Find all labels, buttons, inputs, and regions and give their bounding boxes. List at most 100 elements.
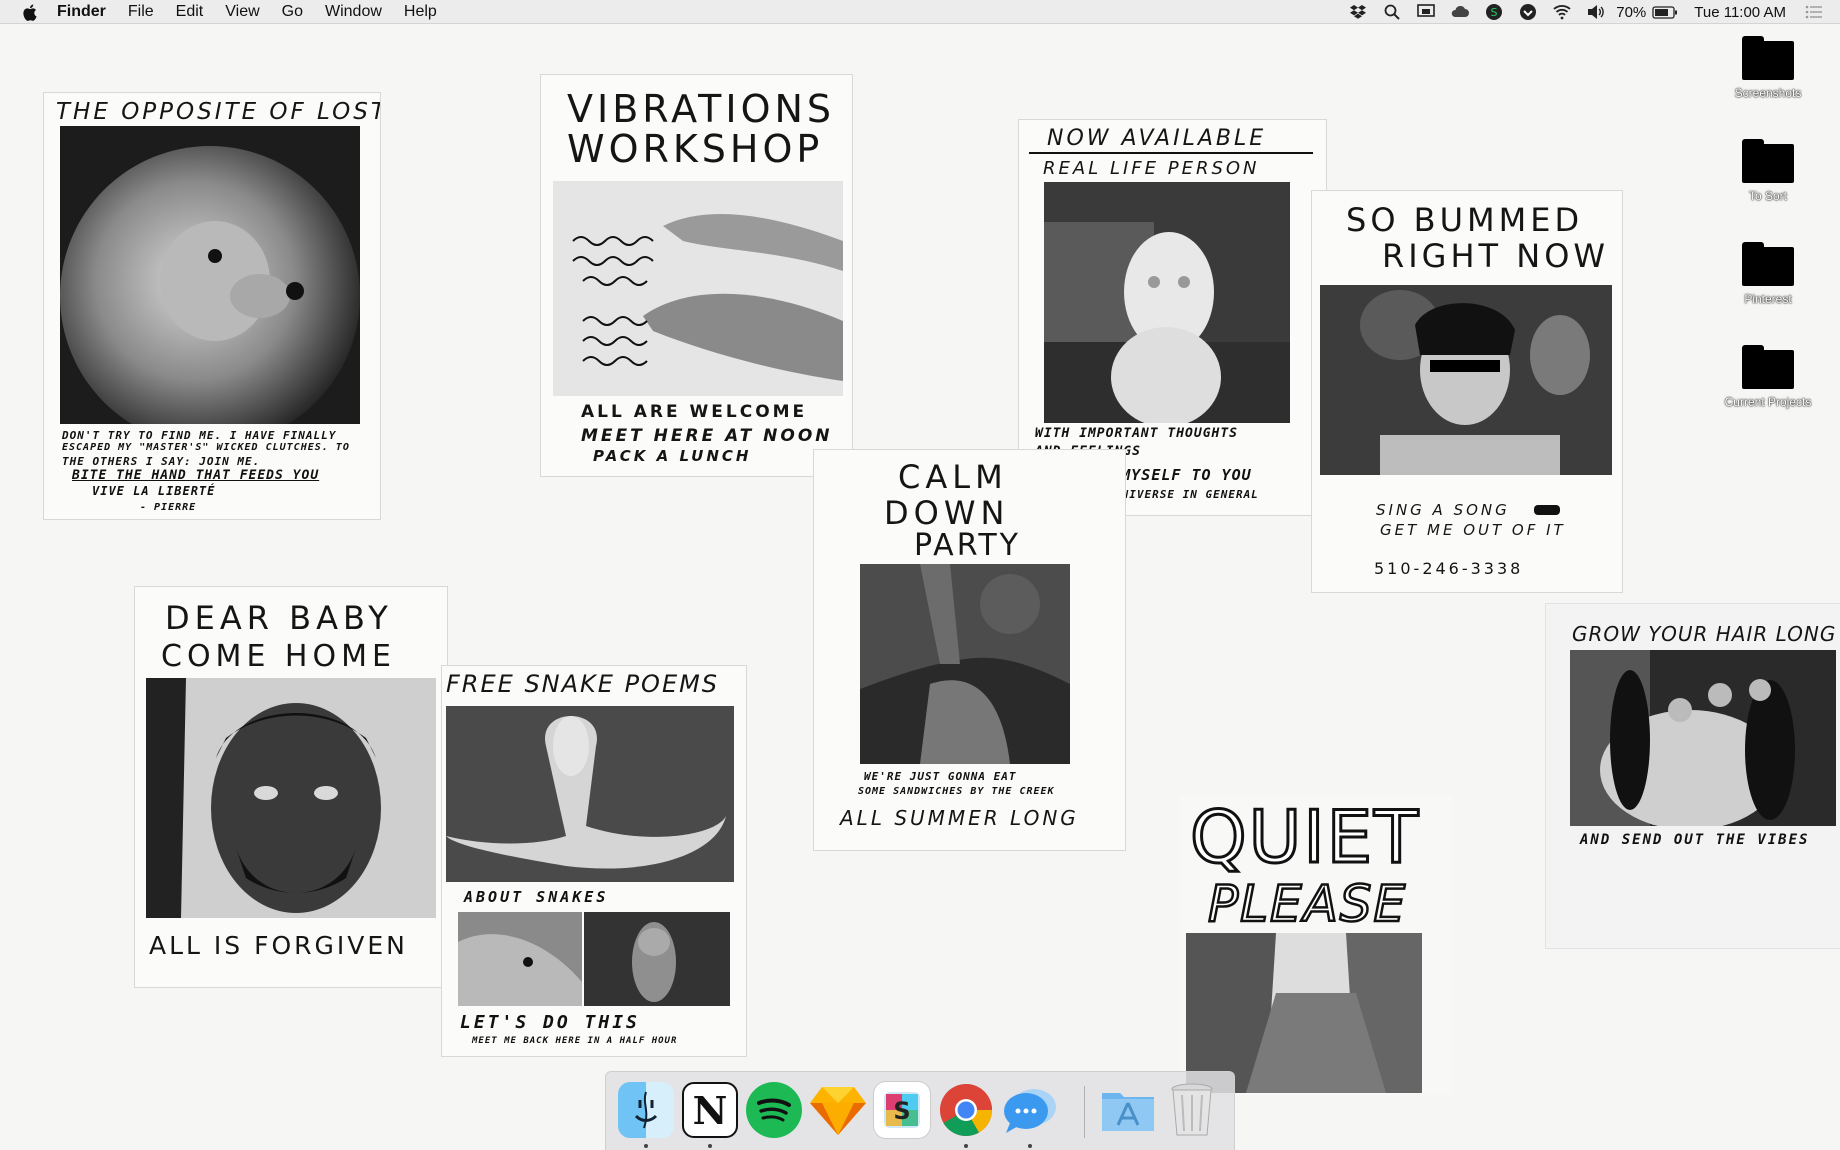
menu-edit[interactable]: Edit xyxy=(176,3,204,21)
poster-phone-number: 510-246-3338 xyxy=(1374,559,1524,578)
poster-text-line: GET ME OUT OF IT xyxy=(1380,521,1566,539)
sad-person-photo xyxy=(1320,285,1612,475)
spotify-icon[interactable] xyxy=(746,1082,802,1138)
scrivener-icon[interactable]: S xyxy=(1484,3,1504,21)
scribble-mark xyxy=(1534,505,1560,515)
chrome-icon[interactable] xyxy=(938,1082,994,1138)
poster-grow-your-hair-long: GROW YOUR HAIR LONG AND SEND OUT THE VIB… xyxy=(1546,604,1840,948)
poster-text-line: VIVE LA LIBERTÉ xyxy=(92,484,216,498)
messages-icon[interactable] xyxy=(1002,1082,1058,1138)
poster-vibrations-workshop: VIBRATIONS WORKSHOP ALL ARE WELCOME MEET… xyxy=(541,75,852,476)
desktop-folder-to-sort[interactable]: To Sort xyxy=(1713,139,1823,203)
poster-text-line: ALL ARE WELCOME xyxy=(581,402,808,422)
poster-title: QUIET xyxy=(1188,795,1421,881)
poster-text-line: WITH IMPORTANT THOUGHTS xyxy=(1035,426,1239,441)
running-indicator xyxy=(708,1144,712,1148)
notion-glyph: N xyxy=(692,1087,728,1133)
desktop-folder-label: To Sort xyxy=(1748,189,1787,203)
poster-title: PARTY xyxy=(914,528,1022,563)
snake-head-photo xyxy=(458,912,582,1006)
title-underline xyxy=(1029,152,1313,154)
battery-icon[interactable] xyxy=(1652,3,1678,21)
poster-calm-down-party: CALM DOWN PARTY WE'RE JUST GONNA EAT SOM… xyxy=(814,450,1125,850)
poster-title: PLEASE xyxy=(1207,874,1408,935)
poster-text-line: SOME SANDWICHES BY THE CREEK xyxy=(858,786,1055,797)
poster-title: FREE SNAKE POEMS xyxy=(446,670,720,698)
poster-text-line: BITE THE HAND THAT FEEDS YOU xyxy=(72,468,320,483)
poster-title: GROW YOUR HAIR LONG xyxy=(1572,622,1837,646)
menu-file[interactable]: File xyxy=(128,3,154,21)
apple-menu-icon[interactable] xyxy=(22,4,37,21)
poster-text-line: MEET HERE AT NOON xyxy=(581,426,833,446)
poster-text-line: WE'RE JUST GONNA EAT xyxy=(864,770,1017,783)
poster-free-snake-poems: FREE SNAKE POEMS ABOUT SNAKES LET'S DO T… xyxy=(442,666,746,1056)
poster-title: CALM xyxy=(898,458,1008,496)
folder-icon xyxy=(1742,242,1794,286)
pocket-icon[interactable] xyxy=(1518,3,1538,21)
poster-dear-baby: DEAR BABY COME HOME ALL IS FORGIVEN xyxy=(135,587,447,987)
dropbox-icon[interactable] xyxy=(1348,3,1368,21)
creek-photo xyxy=(860,564,1070,764)
poster-text-line: ABOUT SNAKES xyxy=(464,888,609,906)
menu-help[interactable]: Help xyxy=(404,3,437,21)
poster-text-line: THE OTHERS I SAY: JOIN ME. xyxy=(62,455,261,468)
spotlight-search-icon[interactable] xyxy=(1382,3,1402,21)
finder-icon[interactable] xyxy=(618,1082,674,1138)
poster-title: WORKSHOP xyxy=(567,127,824,171)
poster-text-line: ALL SUMMER LONG xyxy=(840,806,1079,830)
desktop-folder-current-projects[interactable]: Current Projects xyxy=(1713,345,1823,409)
menu-go[interactable]: Go xyxy=(282,3,303,21)
menu-bar: Finder File Edit View Go Window Help S 7… xyxy=(0,0,1840,24)
poster-subtitle: REAL LIFE PERSON xyxy=(1043,158,1260,179)
statue-photo xyxy=(1044,182,1290,423)
menu-app-name[interactable]: Finder xyxy=(57,3,106,21)
poster-text-line: LET'S DO THIS xyxy=(460,1012,640,1033)
applications-folder-icon[interactable] xyxy=(1100,1082,1156,1138)
folder-icon xyxy=(1742,139,1794,183)
running-indicator xyxy=(964,1144,968,1148)
poster-text-line: - PIERRE xyxy=(140,502,197,513)
poster-title: VIBRATIONS xyxy=(567,87,836,131)
sketch-icon[interactable] xyxy=(810,1082,866,1138)
slack-icon[interactable]: S xyxy=(874,1082,930,1138)
desktop-folder-pinterest[interactable]: Pinterest xyxy=(1713,242,1823,306)
desktop-folder-screenshots[interactable]: Screenshots xyxy=(1713,36,1823,100)
dock-separator xyxy=(1084,1086,1085,1138)
poster-title: NOW AVAILABLE xyxy=(1047,126,1267,151)
poster-text-line: DON'T TRY TO FIND ME. I HAVE FINALLY xyxy=(62,429,337,442)
poster-text-line: MEET ME BACK HERE IN A HALF HOUR xyxy=(472,1036,678,1046)
folder-icon xyxy=(1742,36,1794,80)
airplay-icon[interactable] xyxy=(1416,3,1436,21)
desktop-folder-label: Pinterest xyxy=(1744,292,1792,306)
poster-opposite-of-lost: THE OPPOSITE OF LOST DON'T TRY TO FIND M… xyxy=(44,93,380,519)
poster-title: SO BUMMED xyxy=(1346,201,1584,239)
desktop-folder-label: Current Projects xyxy=(1724,395,1812,409)
wifi-icon[interactable] xyxy=(1552,3,1572,21)
menu-view[interactable]: View xyxy=(225,3,259,21)
poster-text-line: SING A SONG xyxy=(1376,501,1510,519)
poster-footer: AND SEND OUT THE VIBES xyxy=(1580,832,1810,848)
notification-center-icon[interactable] xyxy=(1804,3,1824,21)
running-indicator xyxy=(644,1144,648,1148)
doll-head-photo xyxy=(146,678,436,918)
forest-path-photo xyxy=(1186,933,1422,1093)
running-indicator xyxy=(1028,1144,1032,1148)
hands-photo xyxy=(553,181,843,396)
volume-icon[interactable] xyxy=(1586,3,1606,21)
long-hair-women-photo xyxy=(1570,650,1836,826)
poster-text-line: ESCAPED MY "MASTER'S" WICKED CLUTCHES. T… xyxy=(62,442,350,453)
poster-title: RIGHT NOW xyxy=(1382,237,1610,275)
poster-so-bummed: SO BUMMED RIGHT NOW SING A SONG GET ME O… xyxy=(1312,191,1622,592)
cobra-photo xyxy=(446,706,734,882)
poster-text-line: PACK A LUNCH xyxy=(593,447,752,465)
cloud-icon[interactable] xyxy=(1450,3,1470,21)
menu-clock[interactable]: Tue 11:00 AM xyxy=(1694,4,1786,21)
poster-footer: ALL IS FORGIVEN xyxy=(149,931,408,960)
svg-text:S: S xyxy=(1491,6,1498,19)
poster-title: THE OPPOSITE OF LOST xyxy=(56,99,380,125)
notion-icon[interactable]: N xyxy=(682,1082,738,1138)
dock: N S xyxy=(605,1071,1235,1150)
trash-icon[interactable] xyxy=(1164,1082,1220,1138)
poodle-photo xyxy=(60,126,360,424)
menu-window[interactable]: Window xyxy=(325,3,382,21)
